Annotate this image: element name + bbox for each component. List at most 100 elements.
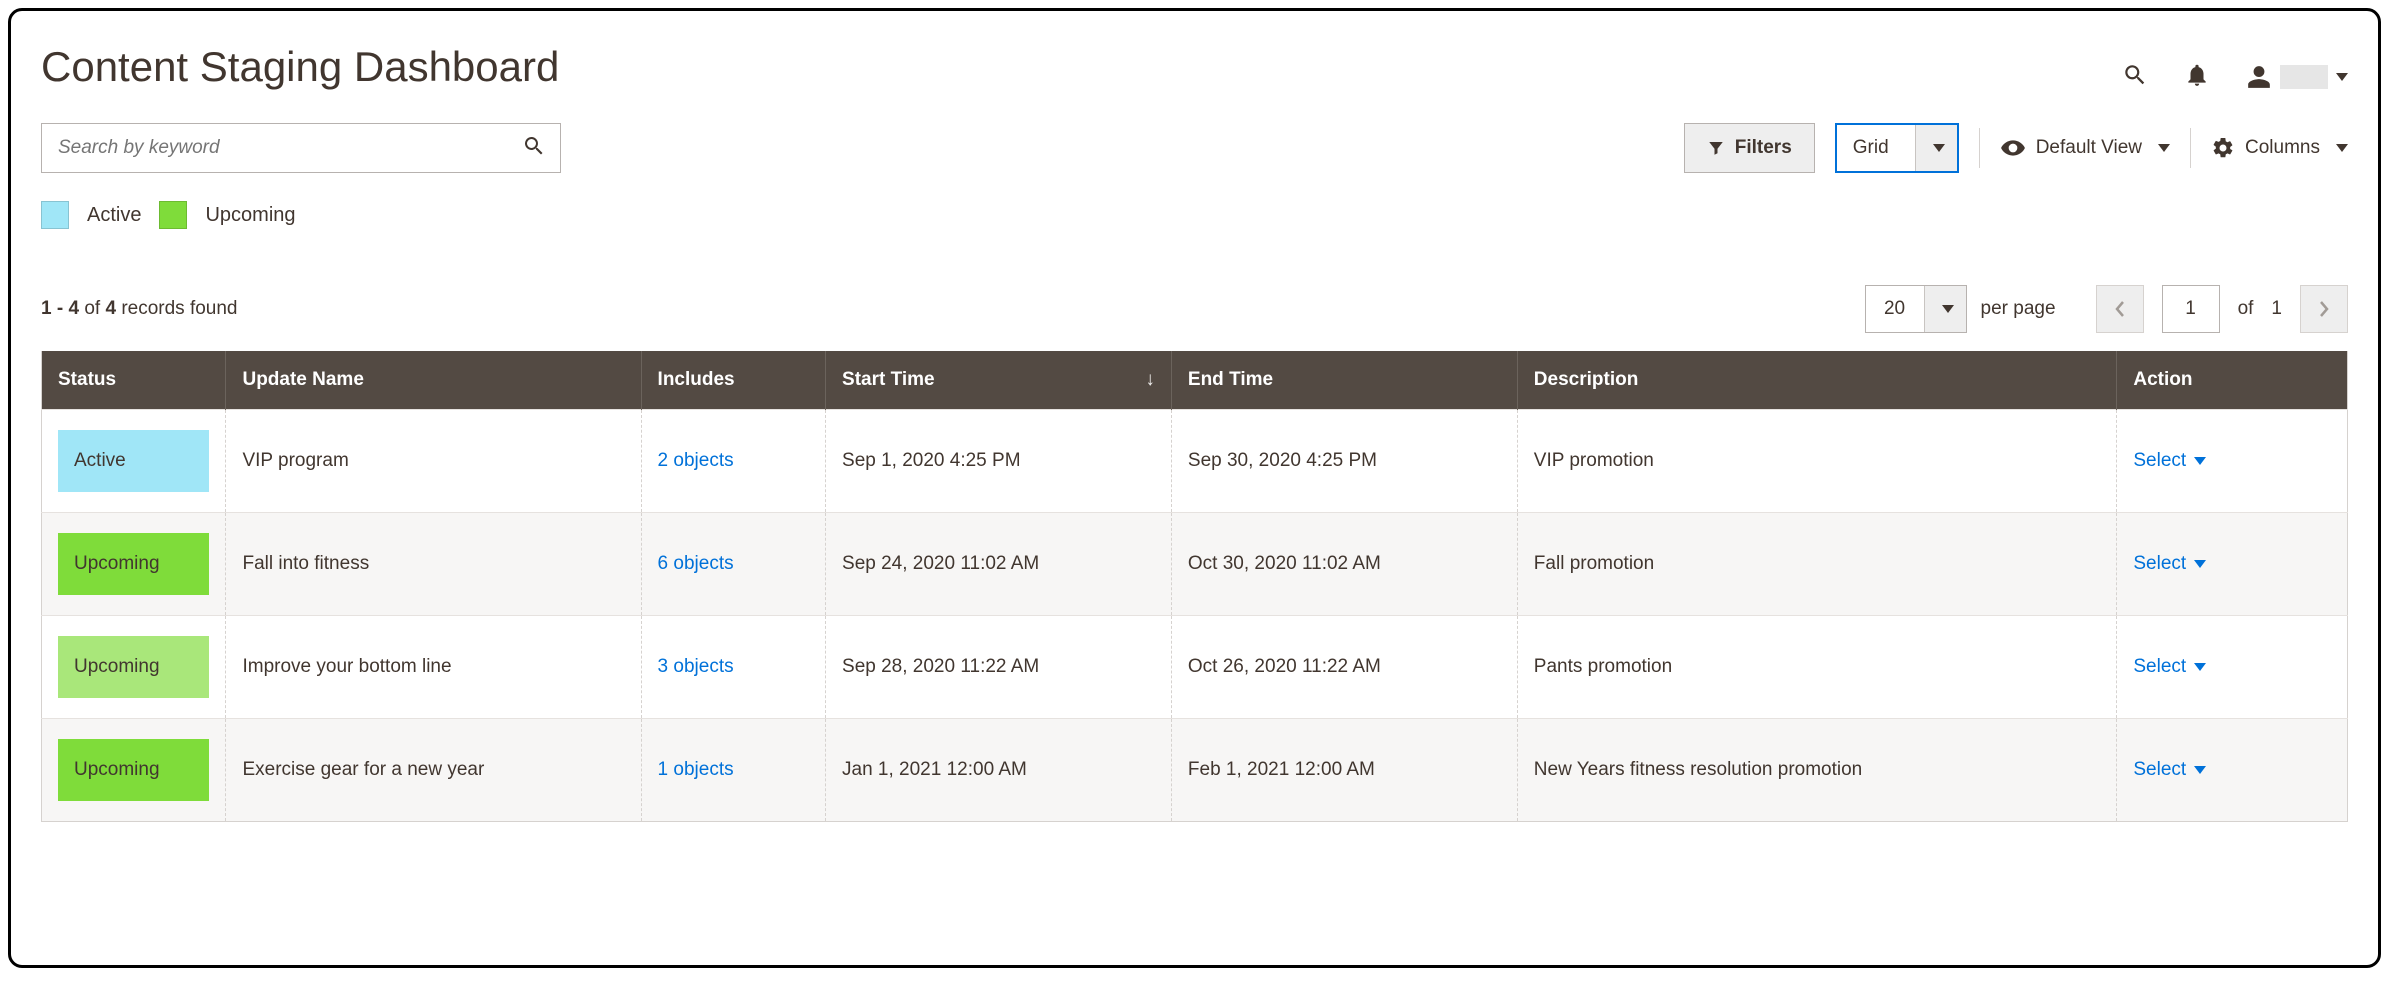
- select-action[interactable]: Select: [2133, 553, 2206, 575]
- status-badge: Upcoming: [58, 636, 209, 698]
- includes-link[interactable]: 2 objects: [658, 450, 734, 471]
- cell-action: Select: [2117, 513, 2348, 616]
- columns-button[interactable]: Columns: [2211, 136, 2348, 160]
- filters-button[interactable]: Filters: [1684, 123, 1815, 173]
- account-name-placeholder: [2280, 65, 2328, 89]
- cell-name: VIP program: [226, 410, 641, 513]
- cell-includes: 2 objects: [641, 410, 825, 513]
- select-action[interactable]: Select: [2133, 450, 2206, 472]
- table-row[interactable]: Upcoming Exercise gear for a new year 1 ob…: [42, 719, 2348, 822]
- funnel-icon: [1707, 139, 1725, 157]
- current-page-input[interactable]: [2162, 285, 2220, 333]
- cell-status: Active: [42, 410, 226, 513]
- status-badge: Upcoming: [58, 739, 209, 801]
- includes-link[interactable]: 6 objects: [658, 553, 734, 574]
- chevron-down-icon: [1924, 286, 1966, 332]
- chevron-down-icon: [2194, 457, 2206, 465]
- prev-page-button[interactable]: [2096, 285, 2144, 333]
- includes-link[interactable]: 3 objects: [658, 656, 734, 677]
- cell-end: Sep 30, 2020 4:25 PM: [1171, 410, 1517, 513]
- status-legend: Active Upcoming: [41, 201, 2348, 229]
- cell-end: Feb 1, 2021 12:00 AM: [1171, 719, 1517, 822]
- records-found: 1 - 4 of 4 records found: [41, 298, 238, 320]
- cell-action: Select: [2117, 410, 2348, 513]
- cell-start: Sep 1, 2020 4:25 PM: [826, 410, 1172, 513]
- toolbar-right: Filters Grid Default View Columns: [1684, 123, 2348, 173]
- cell-name: Fall into fitness: [226, 513, 641, 616]
- table-row[interactable]: Active VIP program 2 objects Sep 1, 2020 4:…: [42, 410, 2348, 513]
- cell-includes: 3 objects: [641, 616, 825, 719]
- page-size-select[interactable]: 20: [1865, 285, 1967, 333]
- user-icon: [2246, 64, 2272, 90]
- chevron-down-icon: [2194, 560, 2206, 568]
- cell-status: Upcoming: [42, 616, 226, 719]
- chevron-down-icon: [2336, 73, 2348, 81]
- cell-desc: Fall promotion: [1517, 513, 2117, 616]
- cell-includes: 1 objects: [641, 719, 825, 822]
- total-pages: 1: [2271, 298, 2282, 320]
- cell-start: Sep 24, 2020 11:02 AM: [826, 513, 1172, 616]
- col-status[interactable]: Status: [42, 351, 226, 410]
- select-action[interactable]: Select: [2133, 759, 2206, 781]
- cell-end: Oct 30, 2020 11:02 AM: [1171, 513, 1517, 616]
- view-mode-value: Grid: [1837, 125, 1915, 171]
- chevron-right-icon: [2317, 299, 2331, 319]
- staging-grid: Status Update Name Includes Start Time↓ …: [41, 351, 2348, 822]
- page-size-value: 20: [1866, 286, 1924, 332]
- page-size-control: 20 per page: [1865, 285, 2056, 333]
- grid-header-row: Status Update Name Includes Start Time↓ …: [42, 351, 2348, 410]
- legend-swatch-upcoming: [159, 201, 187, 229]
- gear-icon: [2211, 136, 2235, 160]
- col-includes[interactable]: Includes: [641, 351, 825, 410]
- eye-icon: [2000, 135, 2026, 161]
- toolbar: Filters Grid Default View Columns: [41, 123, 2348, 173]
- col-action[interactable]: Action: [2117, 351, 2348, 410]
- divider: [2190, 128, 2191, 168]
- search-input-wrap[interactable]: [41, 123, 561, 173]
- col-start[interactable]: Start Time↓: [826, 351, 1172, 410]
- cell-includes: 6 objects: [641, 513, 825, 616]
- status-badge: Active: [58, 430, 209, 492]
- next-page-button[interactable]: [2300, 285, 2348, 333]
- chevron-down-icon: [2158, 144, 2170, 152]
- columns-label: Columns: [2245, 137, 2320, 159]
- cell-name: Exercise gear for a new year: [226, 719, 641, 822]
- search-input[interactable]: [56, 136, 522, 160]
- search-icon[interactable]: [522, 134, 546, 163]
- filters-label: Filters: [1735, 137, 1792, 159]
- table-row[interactable]: UpcomingImprove your bottom line3 object…: [42, 616, 2348, 719]
- per-page-label: per page: [1981, 298, 2056, 320]
- col-desc[interactable]: Description: [1517, 351, 2117, 410]
- pager: of 1: [2096, 285, 2348, 333]
- chevron-down-icon: [2194, 663, 2206, 671]
- view-mode-select[interactable]: Grid: [1835, 123, 1959, 173]
- search-icon[interactable]: [2122, 62, 2148, 93]
- page-title: Content Staging Dashboard: [41, 43, 559, 91]
- legend-label-upcoming: Upcoming: [205, 204, 295, 227]
- default-view-button[interactable]: Default View: [2000, 135, 2170, 161]
- bell-icon[interactable]: [2184, 62, 2210, 93]
- cell-desc: New Years fitness resolution promotion: [1517, 719, 2117, 822]
- legend-swatch-active: [41, 201, 69, 229]
- records-bar: 1 - 4 of 4 records found 20 per page of …: [41, 285, 2348, 333]
- cell-start: Sep 28, 2020 11:22 AM: [826, 616, 1172, 719]
- cell-action: Select: [2117, 719, 2348, 822]
- includes-link[interactable]: 1 objects: [658, 759, 734, 780]
- cell-desc: VIP promotion: [1517, 410, 2117, 513]
- account-menu[interactable]: [2246, 64, 2348, 90]
- default-view-label: Default View: [2036, 137, 2142, 159]
- select-action[interactable]: Select: [2133, 656, 2206, 678]
- app-frame: Content Staging Dashboard: [8, 8, 2381, 968]
- cell-action: Select: [2117, 616, 2348, 719]
- cell-start: Jan 1, 2021 12:00 AM: [826, 719, 1172, 822]
- legend-label-active: Active: [87, 204, 141, 227]
- col-name[interactable]: Update Name: [226, 351, 641, 410]
- status-badge: Upcoming: [58, 533, 209, 595]
- header: Content Staging Dashboard: [41, 35, 2348, 119]
- table-row[interactable]: Upcoming Fall into fitness 6 objects Sep 24…: [42, 513, 2348, 616]
- header-icons: [2122, 62, 2348, 93]
- cell-status: Upcoming: [42, 513, 226, 616]
- chevron-down-icon: [2194, 766, 2206, 774]
- divider: [1979, 128, 1980, 168]
- col-end[interactable]: End Time: [1171, 351, 1517, 410]
